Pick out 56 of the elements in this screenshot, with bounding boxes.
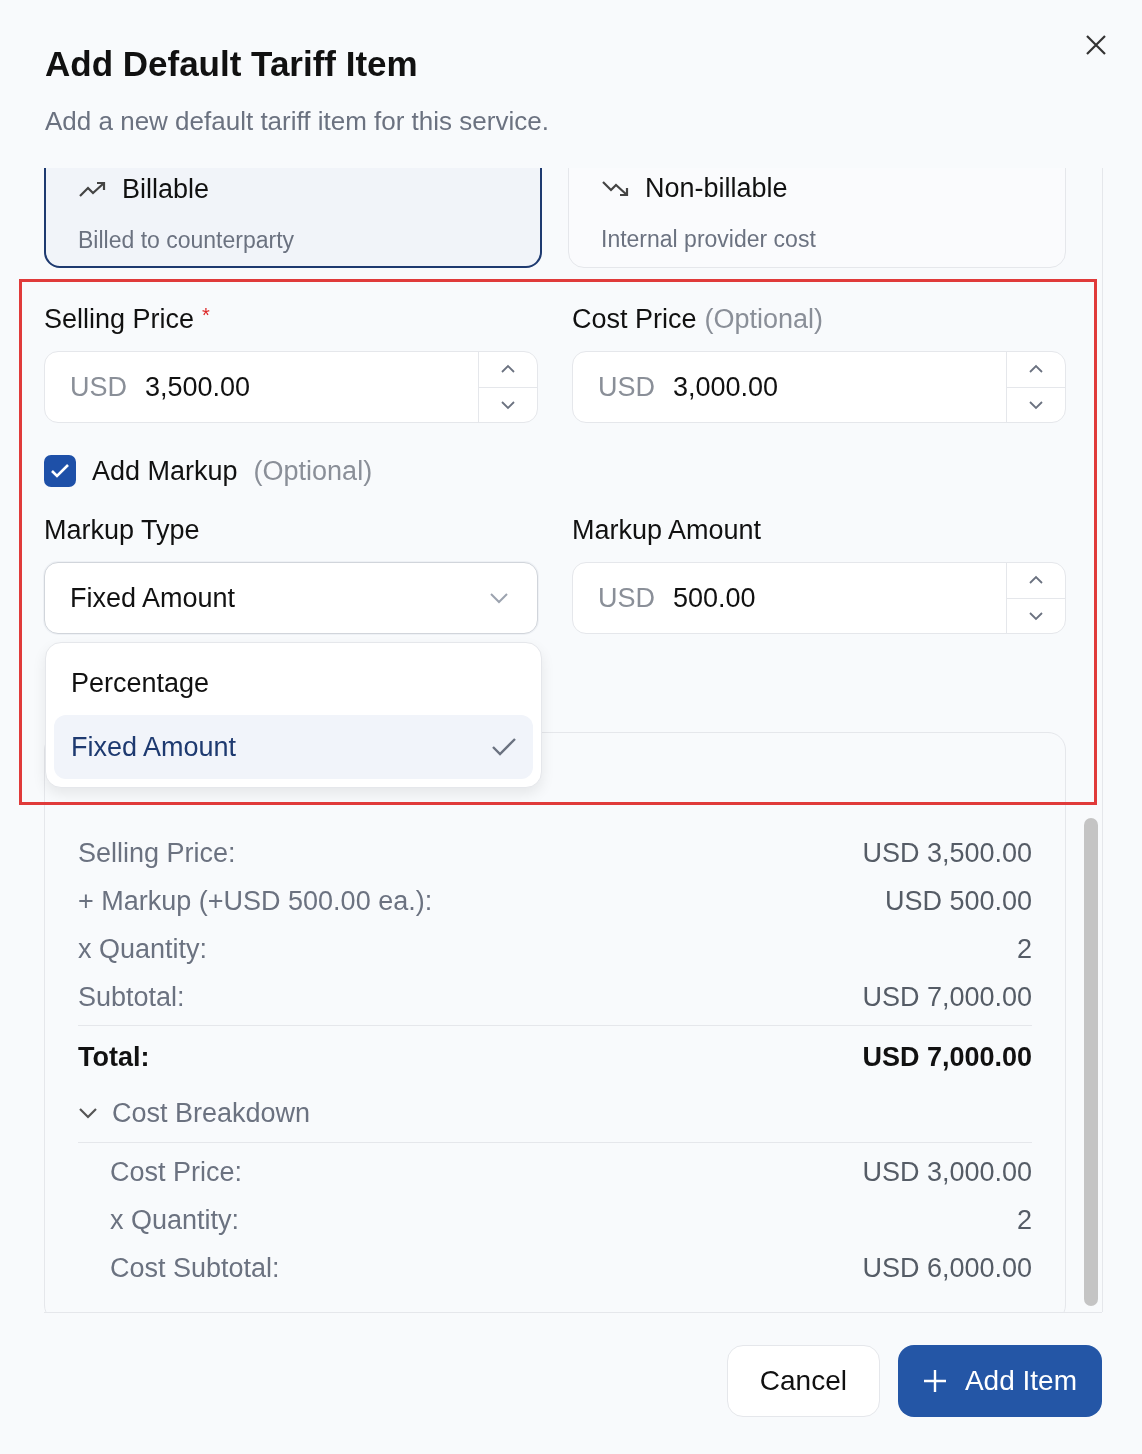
scrollbar[interactable] (1084, 818, 1098, 1306)
preview-label: Selling Price: (78, 837, 236, 869)
dropdown-option[interactable]: Fixed Amount (54, 715, 533, 779)
close-icon[interactable] (1084, 33, 1108, 57)
checkbox-label: Add Markup (92, 455, 238, 487)
field-label: Selling Price (44, 304, 195, 335)
preview-value: USD 6,000.00 (862, 1252, 1032, 1284)
dropdown-option[interactable]: Percentage (54, 651, 533, 715)
trend-down-icon (601, 178, 631, 199)
total-value: USD 7,000.00 (862, 1041, 1032, 1073)
chevron-down-icon (78, 1107, 98, 1119)
cost-breakdown-toggle[interactable]: Cost Breakdown (78, 1084, 311, 1142)
cost-price-field[interactable]: USD 3,000.00 (572, 351, 1066, 423)
add-item-button[interactable]: Add Item (897, 1345, 1102, 1417)
check-icon (491, 737, 517, 757)
optional-hint: (Optional) (704, 304, 824, 335)
option-label: Non-billable (645, 173, 788, 204)
field-label: Markup Amount (572, 515, 762, 546)
markup-amount-field[interactable]: USD 500.00 (572, 562, 1066, 634)
preview-label: Cost Subtotal: (110, 1252, 280, 1284)
preview-label: Cost Price: (110, 1156, 243, 1188)
required-mark: * (202, 304, 210, 328)
option-description: Internal provider cost (601, 226, 817, 253)
option-label: Billable (122, 174, 210, 205)
optional-hint: (Optional) (253, 455, 373, 487)
preview-label: x Quantity: (110, 1204, 240, 1236)
plus-icon (922, 1369, 947, 1393)
preview-value: 2 (1016, 933, 1032, 965)
option-description: Billed to counterparty (78, 227, 296, 254)
chevron-down-icon (1028, 610, 1044, 621)
chevron-up-icon (1028, 364, 1044, 375)
chevron-up-icon (1028, 575, 1044, 586)
preview-label: + Markup (+USD 500.00 ea.): (78, 885, 433, 917)
preview-label: x Quantity: (78, 933, 208, 965)
chevron-down-icon (500, 399, 516, 410)
markup-type-select[interactable]: Fixed Amount (44, 562, 538, 634)
field-label: Cost Price (572, 304, 697, 335)
selling-price-field[interactable]: USD 3,500.00 (44, 351, 538, 423)
field-label: Markup Type (44, 515, 200, 546)
total-label: Total: (78, 1041, 150, 1073)
preview-value: USD 7,000.00 (862, 981, 1032, 1013)
chevron-down-icon (489, 592, 509, 604)
check-icon (50, 463, 70, 479)
preview-value: 2 (1016, 1204, 1032, 1236)
billing-option-card[interactable]: Non-billable Internal provider cost (568, 168, 1066, 268)
cancel-button[interactable]: Cancel (726, 1345, 880, 1417)
dialog-subtitle: Add a new default tariff item for this service. (45, 106, 550, 137)
preview-value: USD 3,000.00 (862, 1156, 1032, 1188)
preview-label: Subtotal: (78, 981, 185, 1013)
chevron-up-icon (500, 364, 516, 375)
dialog-title: Add Default Tariff Item (45, 44, 419, 84)
preview-value: USD 3,500.00 (862, 837, 1032, 869)
preview-value: USD 500.00 (884, 885, 1032, 917)
markup-checkbox[interactable] (44, 455, 76, 487)
chevron-down-icon (1028, 399, 1044, 410)
billing-option-card[interactable]: Billable Billed to counterparty (44, 168, 542, 268)
